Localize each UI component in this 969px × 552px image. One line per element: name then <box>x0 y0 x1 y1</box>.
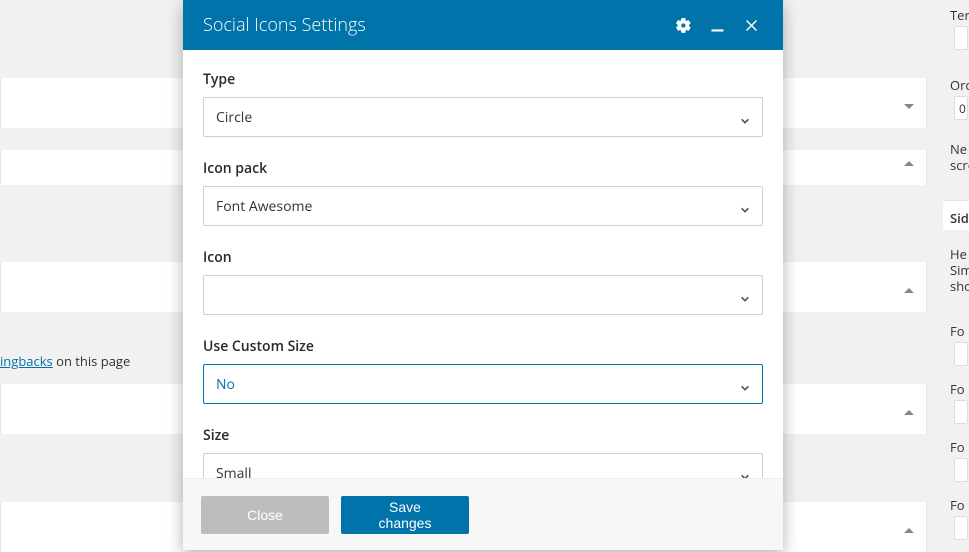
modal-title: Social Icons Settings <box>203 13 661 37</box>
field-icon-pack: Icon pack Font Awesome <box>203 159 763 226</box>
side-label: Ord <box>950 76 969 94</box>
icon-pack-select[interactable]: Font Awesome <box>203 186 763 226</box>
size-label: Size <box>203 426 763 445</box>
close-button[interactable]: Close <box>201 496 329 534</box>
icon-pack-value: Font Awesome <box>216 197 312 216</box>
pingbacks-text: ingbacks on this page <box>0 352 130 370</box>
side-label: scre <box>950 156 969 174</box>
chevron-down-icon <box>740 290 750 300</box>
side-label: Fo <box>950 322 965 340</box>
side-label: sho <box>950 277 969 295</box>
size-value: Small <box>216 464 252 479</box>
use-custom-size-value: No <box>216 375 235 394</box>
chevron-up-icon[interactable] <box>904 161 914 166</box>
side-input[interactable] <box>954 400 968 424</box>
use-custom-size-select[interactable]: No <box>203 364 763 404</box>
settings-modal: Social Icons Settings Type Circle Icon p… <box>183 0 783 550</box>
field-size: Size Small <box>203 426 763 478</box>
side-input[interactable] <box>954 458 968 482</box>
close-icon[interactable] <box>739 13 763 37</box>
side-label: Fo <box>950 380 965 398</box>
modal-header: Social Icons Settings <box>183 0 783 50</box>
side-input[interactable] <box>954 516 968 540</box>
side-label: Fo <box>950 496 965 514</box>
chevron-down-icon[interactable] <box>904 104 914 109</box>
icon-select[interactable] <box>203 275 763 315</box>
size-select[interactable]: Small <box>203 453 763 478</box>
icon-pack-label: Icon pack <box>203 159 763 178</box>
chevron-up-icon[interactable] <box>904 528 914 533</box>
side-input[interactable] <box>954 26 968 50</box>
side-input[interactable] <box>954 342 968 366</box>
chevron-down-icon <box>740 379 750 389</box>
modal-body: Type Circle Icon pack Font Awesome Icon … <box>183 50 783 478</box>
chevron-down-icon <box>740 468 750 478</box>
use-custom-size-label: Use Custom Size <box>203 337 763 356</box>
minimize-icon[interactable] <box>705 13 729 37</box>
icon-label: Icon <box>203 248 763 267</box>
pingbacks-link[interactable]: ingbacks <box>0 352 53 370</box>
type-select[interactable]: Circle <box>203 97 763 137</box>
side-section-header: Sid <box>943 200 969 230</box>
modal-footer: Close Save changes <box>183 478 783 550</box>
chevron-up-icon[interactable] <box>904 410 914 415</box>
save-button[interactable]: Save changes <box>341 496 469 534</box>
type-label: Type <box>203 70 763 89</box>
side-input[interactable]: 0 <box>954 96 968 120</box>
side-label: Ter <box>950 6 969 24</box>
side-label: Fo <box>950 438 965 456</box>
chevron-down-icon <box>740 112 750 122</box>
field-use-custom-size: Use Custom Size No <box>203 337 763 404</box>
gear-icon[interactable] <box>671 13 695 37</box>
field-icon: Icon <box>203 248 763 315</box>
type-value: Circle <box>216 108 252 127</box>
chevron-up-icon[interactable] <box>904 288 914 293</box>
field-type: Type Circle <box>203 70 763 137</box>
chevron-down-icon <box>740 201 750 211</box>
